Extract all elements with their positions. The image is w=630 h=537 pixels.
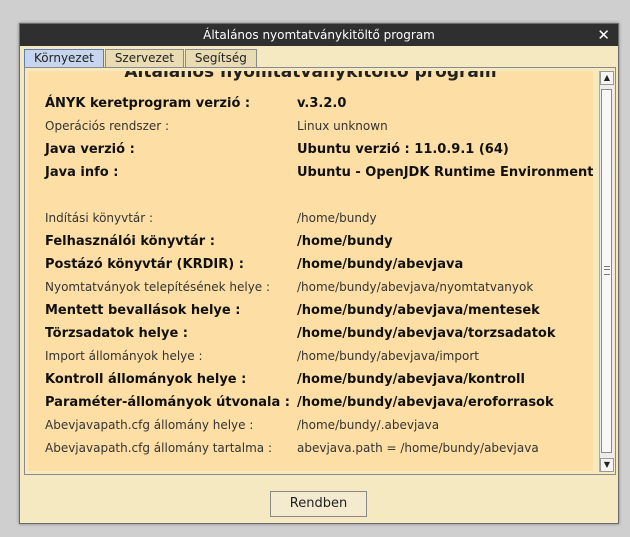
tab-bar: Környezet Szervezet Segítség xyxy=(24,49,258,67)
vertical-scrollbar[interactable]: ▲ ▼ xyxy=(599,71,614,472)
about-dialog: Általános nyomtatványkitöltő program ✕ K… xyxy=(19,23,619,524)
info-label: Import állományok helye : xyxy=(45,349,203,363)
info-label: Abevjavapath.cfg állomány helye : xyxy=(45,418,254,432)
info-value: /home/bundy/abevjava/kontroll xyxy=(297,372,525,387)
info-scroll-area[interactable]: Általános nyomtatványkitöltő program ÁNY… xyxy=(28,71,593,471)
info-value: /home/bundy/abevjava xyxy=(297,257,464,272)
info-row: Operációs rendszer : Linux unknown xyxy=(45,119,590,141)
info-value: /home/bundy/.abevjava xyxy=(297,418,440,432)
info-row: Felhasználói könyvtár : /home/bundy xyxy=(45,234,590,256)
info-value: /home/bundy/abevjava/nyomtatvanyok xyxy=(297,280,534,294)
info-value: /home/bundy xyxy=(297,211,377,225)
window-title: Általános nyomtatványkitöltő program xyxy=(203,28,435,42)
info-label: Postázó könyvtár (KRDIR) : xyxy=(45,257,244,272)
info-row: Indítási könyvtár : /home/bundy xyxy=(45,211,590,233)
info-row: Postázó könyvtár (KRDIR) : /home/bundy/ab… xyxy=(45,257,590,279)
scrollbar-thumb[interactable] xyxy=(601,89,612,453)
info-value: /home/bundy/abevjava/eroforrasok xyxy=(297,395,554,410)
tab-szervezet[interactable]: Szervezet xyxy=(104,49,184,67)
info-value: Ubuntu verzió : 11.0.9.1 (64) xyxy=(297,142,509,157)
title-bar: Általános nyomtatványkitöltő program ✕ xyxy=(20,24,618,46)
info-label: ÁNYK keretprogram verzió : xyxy=(45,96,251,111)
info-label: Kontroll állományok helye : xyxy=(45,372,247,387)
info-row: Paraméter-állományok útvonala : /home/bun… xyxy=(45,395,590,417)
info-label: Mentett bevallások helye : xyxy=(45,303,241,318)
tab-panel: Általános nyomtatványkitöltő program ÁNY… xyxy=(24,67,616,475)
info-row: Java info : Ubuntu - OpenJDK Runtime Envi… xyxy=(45,165,593,187)
info-label: Paraméter-állományok útvonala : xyxy=(45,395,290,410)
close-icon[interactable]: ✕ xyxy=(597,24,610,46)
info-value: /home/bundy/abevjava/import xyxy=(297,349,479,363)
info-value: /home/bundy/abevjava/torzsadatok xyxy=(297,326,556,341)
info-label: Operációs rendszer : xyxy=(45,119,170,133)
info-row: Mentett bevallások helye : /home/bundy/ab… xyxy=(45,303,590,325)
info-value: Ubuntu - OpenJDK Runtime Environment xyxy=(297,165,593,180)
info-row: Kontroll állományok helye : /home/bundy/a… xyxy=(45,372,590,394)
scroll-up-icon[interactable]: ▲ xyxy=(600,71,614,85)
info-label: Abevjavapath.cfg állomány tartalma : xyxy=(45,441,273,455)
info-value: /home/bundy/abevjava/mentesek xyxy=(297,303,540,318)
info-value: v.3.2.0 xyxy=(297,96,347,111)
tab-segitseg[interactable]: Segítség xyxy=(184,49,257,67)
scroll-down-icon[interactable]: ▼ xyxy=(600,458,614,472)
info-row: Törzsadatok helye : /home/bundy/abevjava/… xyxy=(45,326,590,348)
info-label: Indítási könyvtár : xyxy=(45,211,154,225)
info-value: /home/bundy xyxy=(297,234,393,249)
info-label: Nyomtatványok telepítésének helye : xyxy=(45,280,271,294)
info-row: Java verzió : Ubuntu verzió : 11.0.9.1 (6… xyxy=(45,142,590,164)
info-label: Java verzió : xyxy=(45,142,135,157)
info-row: Nyomtatványok telepítésének helye : /home… xyxy=(45,280,590,302)
info-row: ÁNYK keretprogram verzió : v.3.2.0 xyxy=(45,96,590,118)
ok-button[interactable]: Rendben xyxy=(270,491,367,517)
info-label: Törzsadatok helye : xyxy=(45,326,189,341)
content-heading: Általános nyomtatványkitöltő program xyxy=(124,71,497,82)
info-row: Abevjavapath.cfg állomány tartalma : abev… xyxy=(45,441,590,463)
info-value: abevjava.path = /home/bundy/abevjava xyxy=(297,441,539,455)
info-row: Import állományok helye : /home/bundy/abe… xyxy=(45,349,590,371)
info-row: Abevjavapath.cfg állomány helye : /home/b… xyxy=(45,418,590,440)
info-value: Linux unknown xyxy=(297,119,388,133)
info-label: Felhasználói könyvtár : xyxy=(45,234,215,249)
info-label: Java info : xyxy=(45,165,119,180)
grip-icon xyxy=(604,266,610,275)
tab-kornyezet[interactable]: Környezet xyxy=(24,49,104,67)
